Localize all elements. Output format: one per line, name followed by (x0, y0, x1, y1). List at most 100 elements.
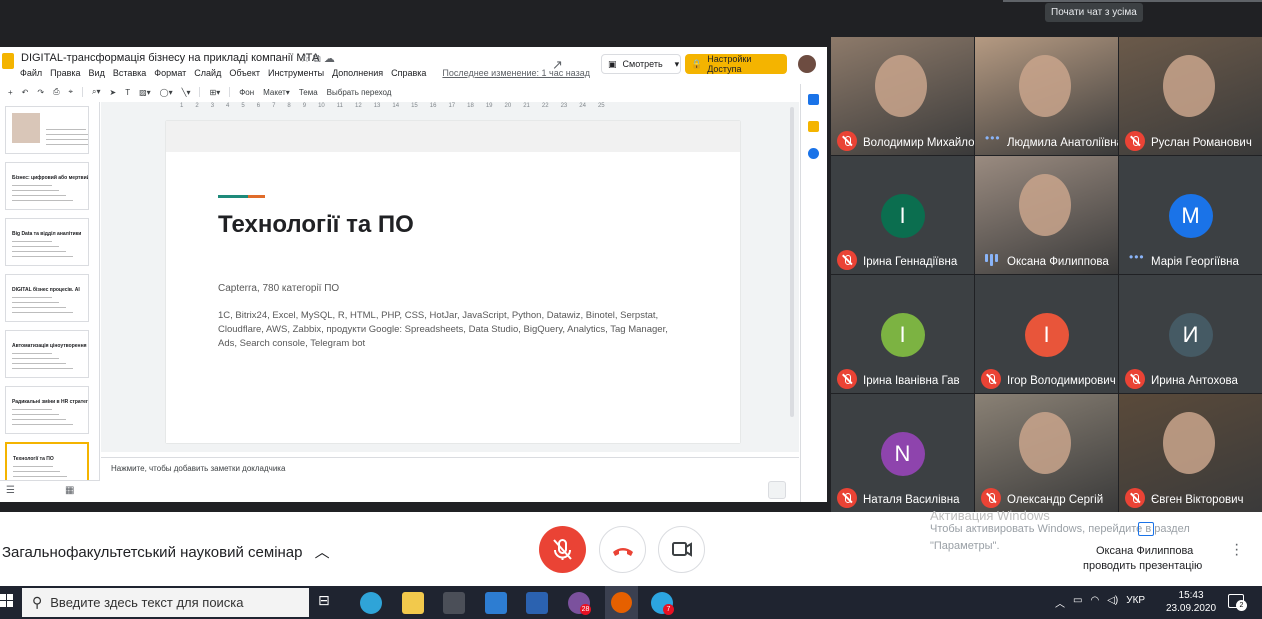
language-indicator[interactable]: УКР (1126, 595, 1145, 610)
speaker-notes[interactable]: Нажмите, чтобы добавить заметки докладчи… (101, 457, 799, 480)
redo-icon[interactable]: ↷ (37, 88, 44, 97)
menu-item[interactable]: Файл (20, 68, 42, 78)
taskbar-search[interactable]: ⚲ Введите здесь текст для поиска (22, 588, 309, 617)
wifi-icon[interactable]: ◠ (1090, 595, 1099, 610)
menu-item[interactable]: Справка (391, 68, 426, 78)
calendar-icon[interactable] (808, 94, 819, 105)
menu-item[interactable]: Инструменты (268, 68, 324, 78)
slide-thumbnail[interactable]: Big Data та відділ аналітики (5, 218, 89, 266)
meeting-title-text: Загальнофакультетський науковий семінар (2, 544, 303, 561)
tasks-icon[interactable] (808, 148, 819, 159)
participant-tile[interactable]: Євген Вікторович (1119, 394, 1262, 512)
presentation-icon[interactable] (1138, 522, 1154, 536)
shape-icon[interactable]: ◯▾ (160, 88, 173, 97)
firefox-active-slot[interactable] (605, 586, 638, 619)
canvas-scrollbar[interactable] (790, 107, 794, 417)
end-call-button[interactable] (599, 526, 646, 573)
participant-tile[interactable]: I Ігор Володимирович (975, 275, 1118, 393)
theme-button[interactable]: Тема (299, 88, 318, 97)
select-icon[interactable]: ➤ (110, 88, 117, 97)
participant-tile[interactable]: Володимир Михайлович (831, 37, 974, 155)
activity-trend-icon[interactable]: ↗ (552, 57, 563, 73)
participant-tile[interactable]: Руслан Романович (1119, 37, 1262, 155)
meeting-title[interactable]: Загальнофакультетський науковий семінар … (2, 541, 330, 562)
slide-thumbnail[interactable]: Автоматизація ціноутворення (5, 330, 89, 378)
background-button[interactable]: Фон (239, 88, 254, 97)
thumbnail-text-line (46, 139, 88, 140)
view-button[interactable]: ▣ Смотреть ▾ (601, 54, 681, 74)
menu-item[interactable]: Вид (89, 68, 105, 78)
comment-add-icon[interactable]: ⊞▾ (209, 88, 220, 97)
viber-icon[interactable]: 28 (568, 592, 591, 615)
participant-tile[interactable]: И Ирина Антохова (1119, 275, 1262, 393)
last-edit-link[interactable]: Последнее изменение: 1 час назад (442, 68, 590, 78)
keep-icon[interactable] (808, 121, 819, 132)
menu-item[interactable]: Дополнения (332, 68, 383, 78)
system-tray: ︿ ▭ ◠ ◁) УКР (1055, 595, 1145, 610)
participant-tile[interactable]: Олександр Сергій (975, 394, 1118, 512)
account-avatar[interactable] (798, 55, 816, 73)
menu-item[interactable]: Правка (50, 68, 80, 78)
thumbnail-title: DIGITAL бізнес процесів. AI (12, 287, 80, 293)
mic-muted-icon (981, 369, 1001, 389)
add-icon[interactable]: + (8, 88, 13, 97)
ruler-tick: 23 (560, 103, 568, 109)
viber-badge: 28 (580, 604, 591, 615)
slide-thumbnail[interactable] (5, 106, 89, 154)
more-options-icon[interactable]: · · · (1234, 537, 1239, 563)
task-view-icon[interactable]: ⊟ (318, 592, 340, 614)
mic-muted-icon (981, 488, 1001, 508)
toolbar-separator (199, 87, 201, 97)
participant-tile[interactable]: Оксана Филиппова (975, 156, 1118, 274)
file-explorer-icon[interactable] (402, 592, 424, 614)
mail-icon[interactable] (485, 592, 507, 614)
list-view-icon[interactable]: ☰ (6, 485, 15, 496)
notifications-icon[interactable]: 2 (1228, 594, 1247, 611)
document-title[interactable]: DIGITAL-трансформація бізнесу на приклад… (21, 52, 319, 64)
camera-toggle-button[interactable] (658, 526, 705, 573)
participant-tile[interactable]: I Ірина Іванівна Гав (831, 275, 974, 393)
slide-heading: Технології та ПО (218, 211, 414, 238)
participant-tile[interactable]: M ••• Марія Георгіївна (1119, 156, 1262, 274)
slide-subheading: Capterra, 780 категорії ПО (218, 283, 340, 294)
battery-icon[interactable]: ▭ (1073, 595, 1082, 610)
menu-item[interactable]: Слайд (194, 68, 221, 78)
participant-name: Олександр Сергій (1007, 494, 1104, 506)
slide-header-band (166, 121, 740, 152)
menu-item[interactable]: Формат (154, 68, 186, 78)
participant-tile[interactable]: I Ірина Геннадіївна (831, 156, 974, 274)
mic-toggle-button[interactable] (539, 526, 586, 573)
textbox-icon[interactable]: T (125, 88, 130, 97)
volume-icon[interactable]: ◁) (1107, 595, 1118, 610)
line-icon[interactable]: ╲▾ (182, 88, 191, 97)
slide-thumbnail[interactable]: Радикальні зміни в НR стратегії (5, 386, 89, 434)
undo-icon[interactable]: ↶ (22, 88, 29, 97)
menu-item[interactable]: Объект (229, 68, 260, 78)
firefox-icon (611, 592, 632, 613)
explore-icon[interactable] (768, 481, 786, 499)
current-slide[interactable]: Технології та ПО Capterra, 780 категорії… (166, 121, 740, 443)
image-icon[interactable]: ▨▾ (139, 88, 151, 97)
participant-tile[interactable]: N Наталя Василівна (831, 394, 974, 512)
store-icon[interactable] (443, 592, 465, 614)
slide-thumbnail[interactable]: DIGITAL бізнес процесів. AI (5, 274, 89, 322)
paint-format-icon[interactable]: ⌖ (68, 87, 73, 97)
edge-icon[interactable] (360, 592, 382, 614)
chevron-up-icon[interactable]: ︿ (1055, 595, 1065, 610)
menu-item[interactable]: Вставка (113, 68, 146, 78)
zoom-icon[interactable]: ⌕▾ (92, 87, 101, 97)
participant-tile[interactable]: ••• Людмила Анатоліївна (975, 37, 1118, 155)
ruler-tick: 3 (210, 103, 215, 109)
star-icon[interactable]: ☆ ⧉ ☁ (300, 52, 335, 66)
clock[interactable]: 15:43 23.09.2020 (1166, 589, 1216, 615)
grid-view-icon[interactable]: ▦ (65, 485, 74, 496)
telegram-icon[interactable]: 7 (651, 592, 674, 615)
slides-logo-icon[interactable] (2, 53, 14, 69)
share-button[interactable]: 🔒 Настройки Доступа (685, 54, 787, 74)
print-icon[interactable]: ⎙ (53, 87, 59, 97)
windows-start-icon[interactable] (0, 594, 14, 608)
layout-button[interactable]: Макет▾ (263, 88, 290, 97)
slide-thumbnail[interactable]: Бізнес: цифровий або мертвий (5, 162, 89, 210)
media-player-icon[interactable] (526, 592, 548, 614)
transition-button[interactable]: Выбрать переход (327, 88, 392, 97)
